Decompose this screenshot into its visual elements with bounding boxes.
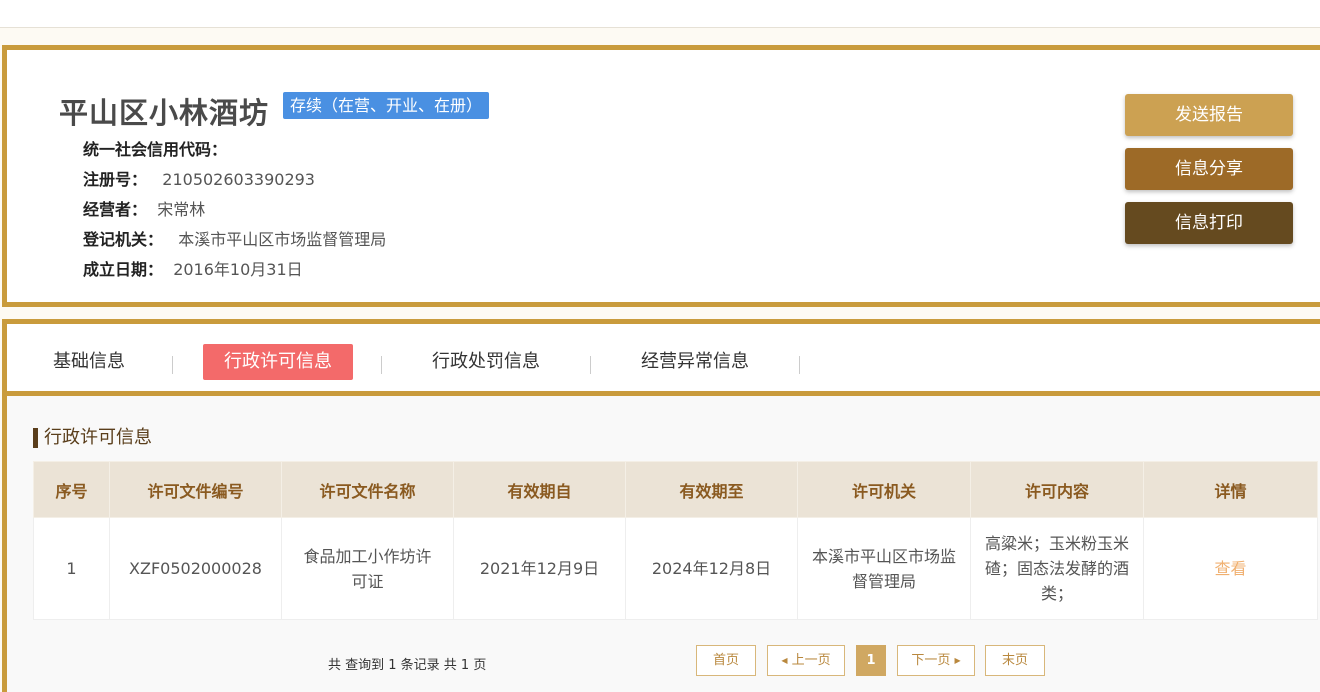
info-label: 统一社会信用代码： bbox=[83, 140, 228, 159]
column-header: 序号 bbox=[33, 461, 110, 518]
info-label: 经营者： bbox=[83, 200, 148, 219]
current-page-button[interactable]: 1 bbox=[856, 645, 886, 676]
table-cell: XZF0502000028 bbox=[109, 517, 282, 620]
tab-divider bbox=[381, 356, 382, 374]
next-page-button[interactable]: 下一页 ▶ bbox=[897, 645, 975, 676]
table-row: 1 XZF0502000028 食品加工小作坊许可证 2021年12月9日 20… bbox=[33, 517, 1318, 620]
info-row-operator: 经营者： 宋常林 bbox=[83, 196, 205, 220]
tab-divider bbox=[590, 356, 591, 374]
first-page-button[interactable]: 首页 bbox=[696, 645, 756, 676]
column-header: 详情 bbox=[1143, 461, 1318, 518]
table-cell: 查看 bbox=[1143, 517, 1318, 620]
send-report-button[interactable]: 发送报告 bbox=[1125, 94, 1293, 136]
top-bar bbox=[0, 0, 1320, 28]
prev-page-label: 上一页 bbox=[791, 653, 831, 668]
tab-business-abnormal[interactable]: 经营异常信息 bbox=[641, 344, 749, 380]
column-header: 许可文件名称 bbox=[281, 461, 454, 518]
last-page-button[interactable]: 末页 bbox=[985, 645, 1045, 676]
section-title: 行政许可信息 bbox=[33, 428, 152, 448]
info-value: 2016年10月31日 bbox=[173, 260, 303, 279]
view-detail-link[interactable]: 查看 bbox=[1214, 559, 1246, 578]
table-header-row: 序号 许可文件编号 许可文件名称 有效期自 有效期至 许可机关 许可内容 详情 bbox=[33, 461, 1318, 518]
tab-basic-info[interactable]: 基础信息 bbox=[53, 344, 125, 380]
info-value: 本溪市平山区市场监督管理局 bbox=[178, 230, 387, 249]
tab-admin-penalty[interactable]: 行政处罚信息 bbox=[432, 344, 540, 380]
table-cell: 2024年12月8日 bbox=[625, 517, 798, 620]
caret-right-icon: ▶ bbox=[954, 656, 961, 665]
info-value: 宋常林 bbox=[157, 200, 206, 219]
column-header: 许可机关 bbox=[797, 461, 971, 518]
status-badge: 存续（在营、开业、在册） bbox=[283, 92, 490, 119]
tab-admin-license[interactable]: 行政许可信息 bbox=[203, 344, 353, 380]
prev-page-button[interactable]: ◀ 上一页 bbox=[767, 645, 845, 676]
table-cell: 食品加工小作坊许可证 bbox=[281, 517, 454, 620]
tab-divider bbox=[172, 356, 173, 374]
info-label: 登记机关： bbox=[83, 230, 164, 249]
table-cell: 1 bbox=[33, 517, 110, 620]
info-row-established: 成立日期： 2016年10月31日 bbox=[83, 256, 303, 280]
company-info-panel: 平山区小林酒坊 存续（在营、开业、在册） 统一社会信用代码： 注册号： 2105… bbox=[2, 45, 1320, 307]
tab-bar: 基础信息 行政许可信息 行政处罚信息 经营异常信息 bbox=[7, 324, 1320, 396]
license-table: 序号 许可文件编号 许可文件名称 有效期自 有效期至 许可机关 许可内容 详情 … bbox=[33, 461, 1318, 620]
print-info-button[interactable]: 信息打印 bbox=[1125, 202, 1293, 244]
info-row-authority: 登记机关： 本溪市平山区市场监督管理局 bbox=[83, 226, 386, 250]
main-content-panel: 基础信息 行政许可信息 行政处罚信息 经营异常信息 行政许可信息 序号 许可文件… bbox=[2, 319, 1320, 692]
info-row-credit-code: 统一社会信用代码： bbox=[83, 136, 227, 160]
info-row-reg-number: 注册号： 210502603390293 bbox=[83, 166, 315, 190]
tab-divider bbox=[799, 356, 800, 374]
table-cell: 2021年12月9日 bbox=[453, 517, 626, 620]
column-header: 许可文件编号 bbox=[109, 461, 282, 518]
info-label: 注册号： bbox=[83, 170, 148, 189]
table-cell: 高粱米；玉米粉玉米碴；固态法发酵的酒类； bbox=[970, 517, 1144, 620]
company-name: 平山区小林酒坊 bbox=[59, 96, 270, 130]
pagination-summary: 共 查询到 1 条记录 共 1 页 bbox=[328, 658, 487, 673]
next-page-label: 下一页 bbox=[911, 653, 951, 668]
table-cell: 本溪市平山区市场监督管理局 bbox=[797, 517, 971, 620]
info-value: 210502603390293 bbox=[162, 170, 315, 189]
info-label: 成立日期： bbox=[83, 260, 164, 279]
column-header: 有效期至 bbox=[625, 461, 798, 518]
share-info-button[interactable]: 信息分享 bbox=[1125, 148, 1293, 190]
column-header: 许可内容 bbox=[970, 461, 1144, 518]
caret-left-icon: ◀ bbox=[781, 656, 788, 665]
column-header: 有效期自 bbox=[453, 461, 626, 518]
